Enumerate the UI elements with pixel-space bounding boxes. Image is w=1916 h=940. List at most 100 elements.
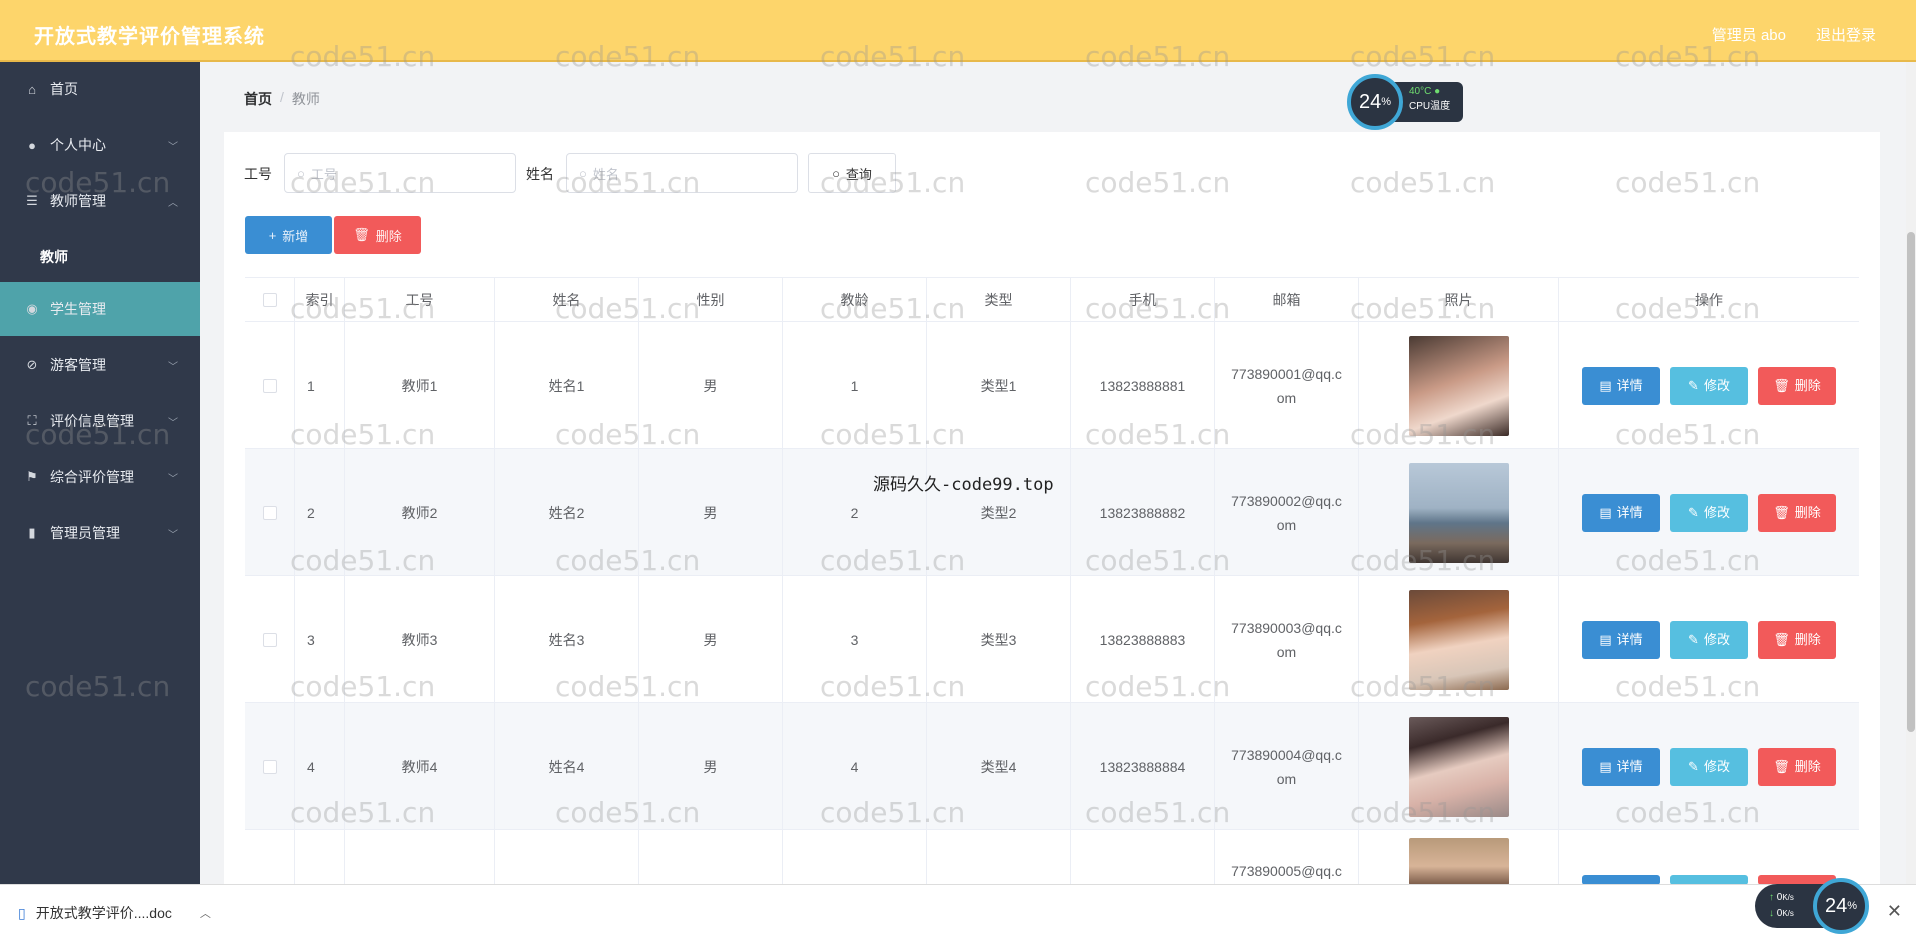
sidebar-item-personal-center[interactable]: ● 个人中心 ﹀	[0, 118, 200, 172]
download-item[interactable]: ▯ 开放式教学评价....doc ︿	[18, 903, 211, 923]
cell-actions: ▤ 详情 ✎ 修改 🗑 删除	[1559, 322, 1859, 449]
cell-actions: ▤ 详情 ✎ 修改 🗑 删除	[1559, 449, 1859, 576]
chevron-down-icon: ﹀	[168, 141, 178, 153]
cpu-usage-unit: %	[1381, 96, 1392, 108]
home-icon: ⌂	[28, 81, 36, 97]
teacher-photo[interactable]	[1408, 462, 1509, 563]
email-line-2: om	[1276, 516, 1297, 533]
email-line-1: 773890004@qq.c	[1231, 746, 1342, 763]
row-checkbox[interactable]	[262, 505, 277, 520]
cell-actions	[1559, 830, 1859, 885]
sidebar-item-visitor-management[interactable]: ⊘ 游客管理 ﹀	[0, 338, 200, 392]
cpu-usage-value: 24	[1358, 90, 1382, 113]
header-photo: 照片	[1359, 278, 1559, 322]
download-arrow-icon: ↓	[1769, 908, 1774, 919]
select-all-cell	[245, 278, 295, 322]
teacher-photo[interactable]	[1408, 335, 1509, 436]
bulk-delete-label: 删除	[375, 228, 402, 244]
breadcrumb-home[interactable]: 首页	[244, 89, 272, 109]
row-checkbox[interactable]	[262, 378, 277, 393]
cell-phone: 13823888883	[1071, 576, 1215, 703]
select-all-checkbox[interactable]	[262, 293, 277, 307]
edit-label: 修改	[1703, 631, 1730, 647]
network-monitor-widget[interactable]: ↑ 0K/s ↓ 0K/s 24%	[1755, 878, 1875, 934]
delete-button[interactable]: 🗑 删除	[1758, 493, 1836, 532]
bulk-delete-button[interactable]: 🗑 删除	[334, 216, 421, 254]
sidebar-item-label: 个人中心	[50, 137, 106, 153]
logout-link[interactable]: 退出登录	[1816, 24, 1876, 45]
row-select-cell	[245, 576, 295, 703]
detail-button[interactable]: ▤ 详情	[1582, 493, 1660, 532]
cell-photo	[1359, 703, 1559, 830]
teacher-photo[interactable]	[1408, 838, 1509, 885]
detail-button[interactable]: ▤ 详情	[1582, 747, 1660, 786]
upload-unit: K/s	[1782, 893, 1794, 902]
visitor-icon: ⊘	[26, 357, 38, 372]
header-phone: 手机	[1071, 278, 1215, 322]
cell-phone: 13823888882	[1071, 449, 1215, 576]
cell-teacher-id: 教师2	[345, 449, 495, 576]
cpu-monitor-widget[interactable]: 40°C ● CPU温度 24%	[1347, 74, 1463, 130]
row-checkbox[interactable]	[262, 759, 277, 774]
current-user[interactable]: 管理员 abo	[1712, 24, 1786, 45]
table-row: 2 教师2 姓名2 男 2 类型2 13823888882 773890002@…	[245, 449, 1859, 576]
row-checkbox[interactable]	[262, 632, 277, 647]
row-select-cell	[245, 830, 295, 885]
breadcrumb: 首页 / 教师	[244, 89, 320, 109]
header-teacher-id: 工号	[345, 278, 495, 322]
header-email: 邮箱	[1215, 278, 1359, 322]
cell-years	[783, 830, 927, 885]
cell-name: 姓名3	[495, 576, 639, 703]
sidebar: ⌂ 首页 ● 个人中心 ﹀ ☰ 教师管理 ︿ 教师 ◉ 学生管理 ⊘ 游客管理 …	[0, 62, 200, 884]
teacher-photo[interactable]	[1408, 589, 1509, 690]
header-right: 管理员 abo 退出登录	[1712, 24, 1876, 45]
sidebar-item-teacher-management[interactable]: ☰ 教师管理 ︿	[0, 174, 200, 228]
cell-type: 类型2	[927, 449, 1071, 576]
close-icon[interactable]: ✕	[1887, 901, 1902, 922]
sidebar-subitem-teacher[interactable]: 教师	[0, 230, 200, 284]
detail-button[interactable]: ▤ 详情	[1582, 366, 1660, 405]
cell-gender: 男	[639, 703, 783, 830]
teacher-photo[interactable]	[1408, 716, 1509, 817]
breadcrumb-current: 教师	[291, 91, 320, 107]
scrollbar-thumb[interactable]	[1907, 232, 1915, 732]
cell-email: 773890003@qq.c om	[1215, 576, 1359, 703]
cell-phone	[1071, 830, 1215, 885]
flag-icon: ⚑	[26, 469, 38, 484]
name-input[interactable]: ○ 姓名	[566, 153, 798, 193]
trash-icon: 🗑	[1773, 631, 1790, 647]
list-icon: ☰	[26, 193, 38, 208]
detail-button[interactable]: ▤ 详情	[1582, 620, 1660, 659]
cell-teacher-id: 教师1	[345, 322, 495, 449]
sidebar-item-overall-evaluation[interactable]: ⚑ 综合评价管理 ﹀	[0, 450, 200, 504]
delete-button[interactable]: 🗑 删除	[1758, 747, 1836, 786]
delete-button[interactable]: 🗑 删除	[1758, 620, 1836, 659]
query-button[interactable]: ○ 查询	[808, 153, 896, 193]
sidebar-item-admin-management[interactable]: ▮ 管理员管理 ﹀	[0, 506, 200, 560]
cell-gender: 男	[639, 322, 783, 449]
page-scrollbar[interactable]	[1906, 62, 1916, 884]
download-bar: ▯ 开放式教学评价....doc ︿ ✕	[0, 884, 1916, 940]
cell-phone: 13823888881	[1071, 322, 1215, 449]
bar-chart-icon: ▮	[28, 525, 36, 540]
edit-button[interactable]: ✎ 修改	[1670, 747, 1748, 786]
edit-button[interactable]: ✎ 修改	[1670, 493, 1748, 532]
cell-email: 773890004@qq.c om	[1215, 703, 1359, 830]
chevron-up-icon[interactable]: ︿	[200, 905, 211, 921]
sidebar-item-evaluation-management[interactable]: ⛶ 评价信息管理 ﹀	[0, 394, 200, 448]
edit-button[interactable]: ✎ 修改	[1670, 620, 1748, 659]
teacher-id-input[interactable]: ○ 工号	[284, 153, 516, 193]
sidebar-item-home[interactable]: ⌂ 首页	[0, 62, 200, 116]
cell-email: 773890001@qq.c om	[1215, 322, 1359, 449]
plus-icon: +	[268, 227, 277, 243]
document-icon: ▤	[1599, 504, 1612, 520]
cell-actions: ▤ 详情 ✎ 修改 🗑 删除	[1559, 703, 1859, 830]
add-button[interactable]: + 新增	[245, 216, 332, 254]
cell-type	[927, 830, 1071, 885]
delete-button[interactable]: 🗑 删除	[1758, 366, 1836, 405]
edit-button[interactable]: ✎ 修改	[1670, 366, 1748, 405]
pencil-icon: ✎	[1688, 631, 1699, 647]
sidebar-item-student-management[interactable]: ◉ 学生管理	[0, 282, 200, 336]
upload-arrow-icon: ↑	[1769, 892, 1774, 903]
header-type: 类型	[927, 278, 1071, 322]
